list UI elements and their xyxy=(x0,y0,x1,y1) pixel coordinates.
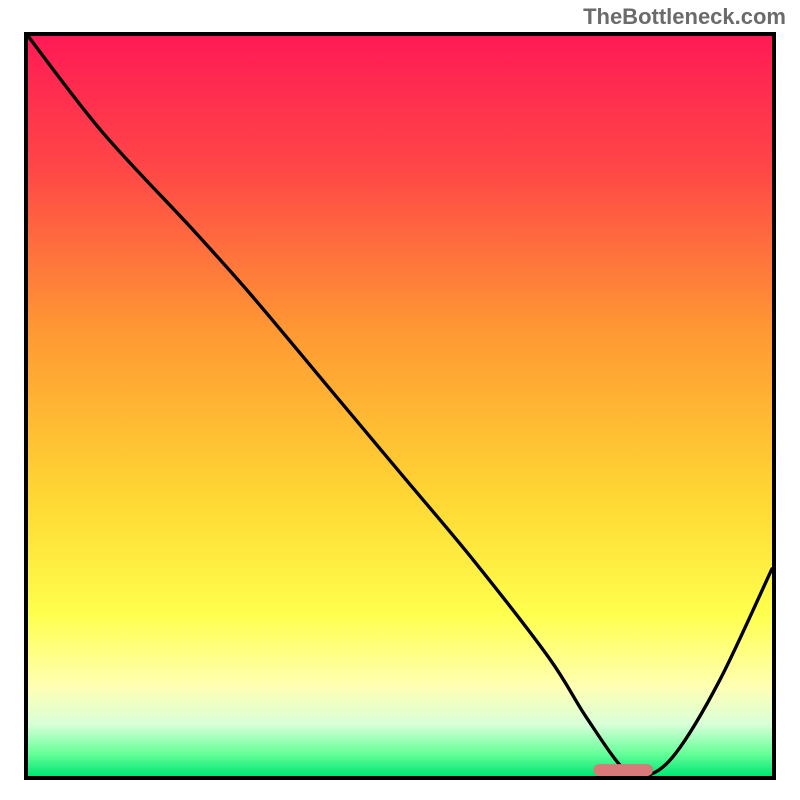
watermark-text: TheBottleneck.com xyxy=(583,4,786,30)
chart-overlay-svg xyxy=(28,36,772,776)
bottleneck-curve-path xyxy=(28,36,772,776)
optimal-range-marker xyxy=(593,764,653,776)
chart-plot-area xyxy=(24,32,776,780)
